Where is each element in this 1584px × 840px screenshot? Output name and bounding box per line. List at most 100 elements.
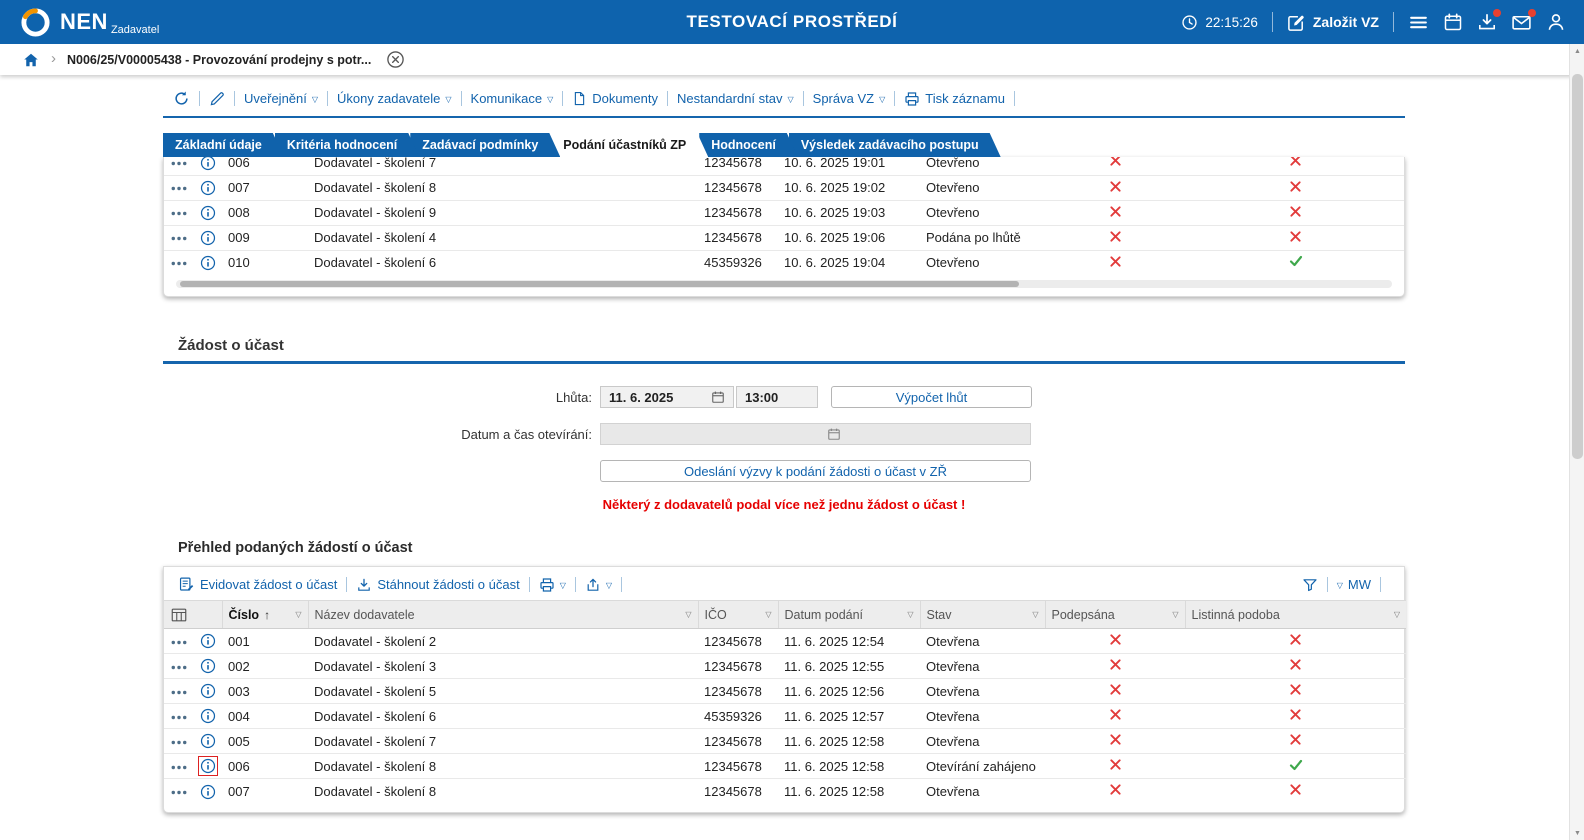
column-header-datum[interactable]: Datum podání▽ xyxy=(778,601,920,629)
table-row[interactable]: 003Dodavatel - školení 51234567811. 6. 2… xyxy=(164,679,1406,704)
column-settings-icon[interactable] xyxy=(170,606,188,624)
table-row[interactable]: 010Dodavatel - školení 64535932610. 6. 2… xyxy=(164,250,1404,275)
column-header-listinna[interactable]: Listinná podoba▽ xyxy=(1185,601,1406,629)
row-info-icon-highlighted[interactable] xyxy=(200,758,216,774)
filter-caret-icon[interactable]: ▽ xyxy=(1172,610,1178,619)
tab-3-active[interactable]: Podání účastníků ZP xyxy=(551,133,708,157)
downloads-button[interactable] xyxy=(1477,12,1497,32)
table-row[interactable]: 005Dodavatel - školení 71234567811. 6. 2… xyxy=(164,729,1406,754)
scroll-up-arrow[interactable]: ▲ xyxy=(1570,44,1584,58)
filter-caret-icon[interactable]: ▽ xyxy=(1032,610,1038,619)
profile-button[interactable] xyxy=(1546,12,1566,32)
row-menu-icon[interactable] xyxy=(170,714,188,721)
row-menu-icon[interactable] xyxy=(170,185,188,192)
print-button[interactable]: ▽ xyxy=(539,577,566,593)
row-info-icon[interactable] xyxy=(200,180,216,196)
row-menu-icon[interactable] xyxy=(170,260,188,267)
filter-caret-icon[interactable]: ▽ xyxy=(907,610,913,619)
toolbar-item-6[interactable]: Tisk záznamu xyxy=(904,91,1005,107)
filter-caret-icon[interactable]: ▽ xyxy=(1394,610,1400,619)
tabs: Základní údajeKritéria hodnoceníZadávací… xyxy=(163,133,1405,157)
row-info-icon[interactable] xyxy=(200,157,216,171)
register-request-button[interactable]: Evidovat žádost o účast xyxy=(178,576,337,593)
toolbar-item-5[interactable]: Správa VZ▽ xyxy=(813,91,886,106)
send-invitation-button[interactable]: Odeslání výzvy k podání žádosti o účast … xyxy=(600,460,1031,482)
column-header-ico[interactable]: IČO▽ xyxy=(698,601,778,629)
calendar-icon[interactable] xyxy=(711,390,725,404)
row-info-icon[interactable] xyxy=(200,784,216,800)
row-menu-icon[interactable] xyxy=(170,764,188,771)
row-menu-icon[interactable] xyxy=(170,664,188,671)
cell-status: Otevřeno xyxy=(920,200,1045,225)
home-icon[interactable] xyxy=(22,51,40,69)
table-row[interactable]: 004Dodavatel - školení 64535932611. 6. 2… xyxy=(164,704,1406,729)
row-info-icon[interactable] xyxy=(200,708,216,724)
horizontal-scrollbar[interactable] xyxy=(176,280,1392,288)
row-menu-icon[interactable] xyxy=(170,160,188,167)
tab-5[interactable]: Výsledek zadávacího postupu xyxy=(789,133,1001,157)
tab-0[interactable]: Základní údaje xyxy=(163,133,284,157)
close-record-button[interactable] xyxy=(386,50,405,69)
scroll-down-arrow[interactable]: ▼ xyxy=(1570,826,1584,840)
filter-caret-icon[interactable]: ▽ xyxy=(295,610,301,619)
filter-button[interactable] xyxy=(1302,577,1318,593)
row-info-icon[interactable] xyxy=(200,230,216,246)
table-row[interactable]: 001Dodavatel - školení 21234567811. 6. 2… xyxy=(164,629,1406,654)
toolbar-item-2[interactable]: Komunikace▽ xyxy=(471,91,554,106)
table-row[interactable]: 007Dodavatel - školení 81234567810. 6. 2… xyxy=(164,175,1404,200)
vertical-scrollbar[interactable]: ▲ ▼ xyxy=(1569,44,1584,840)
row-info-icon[interactable] xyxy=(200,255,216,271)
table-row[interactable]: 006Dodavatel - školení 71234567810. 6. 2… xyxy=(164,157,1404,175)
tab-1[interactable]: Kritéria hodnocení xyxy=(275,133,419,157)
nen-logo-icon[interactable] xyxy=(20,7,51,38)
menu-button[interactable] xyxy=(1408,12,1429,33)
row-menu-icon[interactable] xyxy=(170,739,188,746)
row-menu-icon[interactable] xyxy=(170,689,188,696)
toolbar-item-4[interactable]: Nestandardní stav▽ xyxy=(677,91,794,106)
row-info-icon[interactable] xyxy=(200,633,216,649)
messages-button[interactable] xyxy=(1511,12,1532,33)
mw-view-button[interactable]: ▽ MW xyxy=(1337,577,1371,592)
history-button[interactable] xyxy=(173,90,190,107)
opening-datetime-label: Datum a čas otevírání: xyxy=(163,427,600,442)
toolbar-item-0[interactable]: Uveřejnění▽ xyxy=(244,91,318,106)
breadcrumb-record[interactable]: N006/25/V00005438 - Provozování prodejny… xyxy=(67,53,371,67)
filter-caret-icon[interactable]: ▽ xyxy=(765,610,771,619)
calculate-deadlines-button[interactable]: Výpočet lhůt xyxy=(831,386,1032,408)
column-header-nazev[interactable]: Název dodavatele▽ xyxy=(308,601,698,629)
table-row[interactable]: 006Dodavatel - školení 81234567811. 6. 2… xyxy=(164,754,1406,779)
table-row[interactable]: 008Dodavatel - školení 91234567810. 6. 2… xyxy=(164,200,1404,225)
column-header-cislo[interactable]: Číslo↑▽ xyxy=(222,601,308,629)
tab-2[interactable]: Zadávací podmínky xyxy=(410,133,560,157)
caret-down-icon: ▽ xyxy=(1337,582,1343,590)
tab-4[interactable]: Hodnocení xyxy=(699,133,798,157)
create-vz-button[interactable]: Založit VZ xyxy=(1287,13,1379,32)
toolbar-item-1[interactable]: Úkony zadavatele▽ xyxy=(337,91,452,106)
table-row[interactable]: 009Dodavatel - školení 41234567810. 6. 2… xyxy=(164,225,1404,250)
download-requests-button[interactable]: Stáhnout žádosti o účast xyxy=(356,577,519,593)
cross-icon xyxy=(1289,783,1302,796)
toolbar-item-3[interactable]: Dokumenty xyxy=(572,91,658,106)
filter-caret-icon[interactable]: ▽ xyxy=(685,610,691,619)
column-header-podepsana[interactable]: Podepsána▽ xyxy=(1045,601,1185,629)
column-header-stav[interactable]: Stav▽ xyxy=(920,601,1045,629)
edit-record-button[interactable] xyxy=(209,91,225,107)
row-info-icon[interactable] xyxy=(200,683,216,699)
scrollbar-thumb[interactable] xyxy=(180,281,1019,287)
row-menu-icon[interactable] xyxy=(170,210,188,217)
row-menu-icon[interactable] xyxy=(170,639,188,646)
export-button[interactable]: ▽ xyxy=(585,577,612,593)
calendar-button[interactable] xyxy=(1443,12,1463,32)
row-menu-icon[interactable] xyxy=(170,789,188,796)
deadline-date-input[interactable]: 11. 6. 2025 xyxy=(600,386,734,408)
table-row[interactable]: 007Dodavatel - školení 81234567811. 6. 2… xyxy=(164,779,1406,804)
session-time-value: 22:15:26 xyxy=(1205,15,1258,30)
row-menu-icon[interactable] xyxy=(170,235,188,242)
row-info-icon[interactable] xyxy=(200,658,216,674)
separator xyxy=(562,91,563,106)
table-row[interactable]: 002Dodavatel - školení 31234567811. 6. 2… xyxy=(164,654,1406,679)
deadline-time-input[interactable]: 13:00 xyxy=(736,386,818,408)
row-info-icon[interactable] xyxy=(200,733,216,749)
row-info-icon[interactable] xyxy=(200,205,216,221)
scrollbar-thumb[interactable] xyxy=(1572,74,1583,459)
